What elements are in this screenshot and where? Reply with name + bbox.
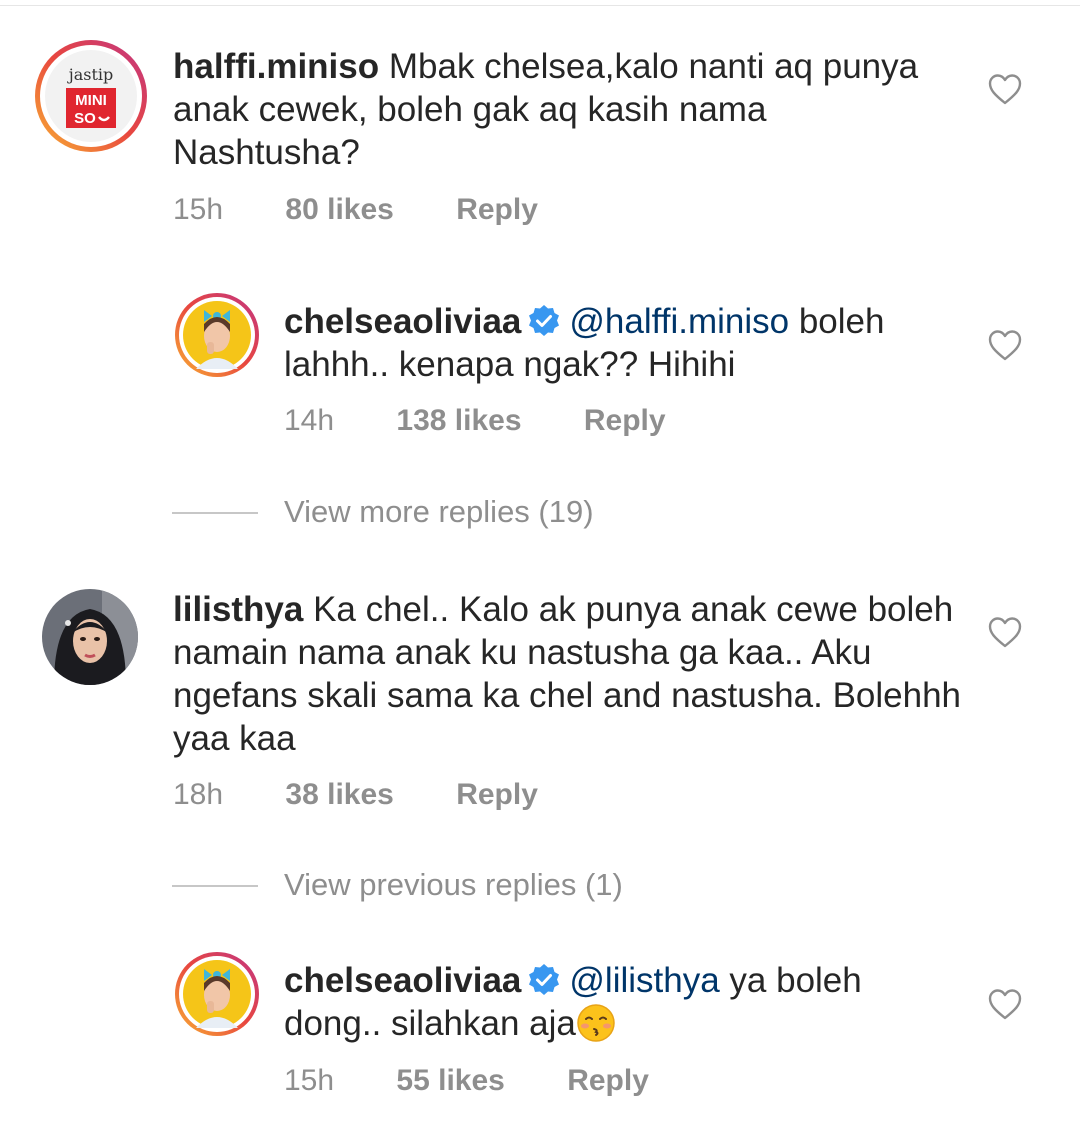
comment-username[interactable]: lilisthya [173,590,303,629]
view-previous-replies[interactable]: View previous replies (1) [172,865,772,905]
heart-outline-icon[interactable] [988,616,1022,648]
mention-link[interactable]: @lilisthya [569,961,719,1000]
comment-time: 18h [173,778,224,811]
verified-badge-icon [529,964,560,995]
avatar[interactable]: jastip MINI SO [33,38,149,154]
mention-link[interactable]: @halffi.miniso [569,302,789,341]
comment-body: lilisthya Ka chel.. Kalo ak punya anak c… [173,588,973,760]
likes-count[interactable]: 55 likes [396,1063,504,1099]
avatar-text-bot: SO [74,110,96,127]
heart-outline-icon[interactable] [988,73,1022,105]
heart-outline-icon[interactable] [988,329,1022,361]
avatar-text-mid: MINI [75,92,107,109]
avatar[interactable] [174,951,260,1037]
heart-outline-icon[interactable] [988,988,1022,1020]
reply-body: chelseaoliviaa @halffi.miniso boleh lahhh… [284,300,944,386]
reply-button[interactable]: Reply [456,777,538,813]
reply-username[interactable]: chelseaoliviaa [284,961,521,1000]
top-divider [0,0,1080,6]
likes-count[interactable]: 138 likes [396,403,521,439]
reply-meta: 15h 55 likes Reply [284,1063,649,1099]
verified-badge-icon [529,305,560,336]
avatar[interactable] [42,589,138,685]
reply-button[interactable]: Reply [584,403,666,439]
view-more-replies[interactable]: View more replies (19) [172,492,772,532]
avatar-text-top: jastip [67,65,114,84]
reply-body: chelseaoliviaa @lilisthya ya boleh dong..… [284,959,944,1045]
reply-button[interactable]: Reply [456,192,538,228]
reply-username[interactable]: chelseaoliviaa [284,302,521,341]
divider-line [172,885,258,887]
likes-count[interactable]: 38 likes [285,777,393,813]
likes-count[interactable]: 80 likes [285,192,393,228]
reply-meta: 14h 138 likes Reply [284,403,666,439]
divider-line [172,512,258,514]
reply-time: 14h [284,404,335,437]
avatar[interactable] [174,292,260,378]
view-previous-replies-label[interactable]: View previous replies (1) [284,865,623,905]
comment-body: halffi.miniso Mbak chelsea,kalo nanti aq… [173,45,933,174]
reply-time: 15h [284,1064,335,1097]
reply-button[interactable]: Reply [567,1063,649,1099]
comment-meta: 18h 38 likes Reply [173,777,538,813]
comment-time: 15h [173,193,224,226]
view-more-replies-label[interactable]: View more replies (19) [284,492,594,532]
comment-meta: 15h 80 likes Reply [173,192,538,228]
kissing-face-icon [577,1004,615,1042]
comment-username[interactable]: halffi.miniso [173,47,379,86]
